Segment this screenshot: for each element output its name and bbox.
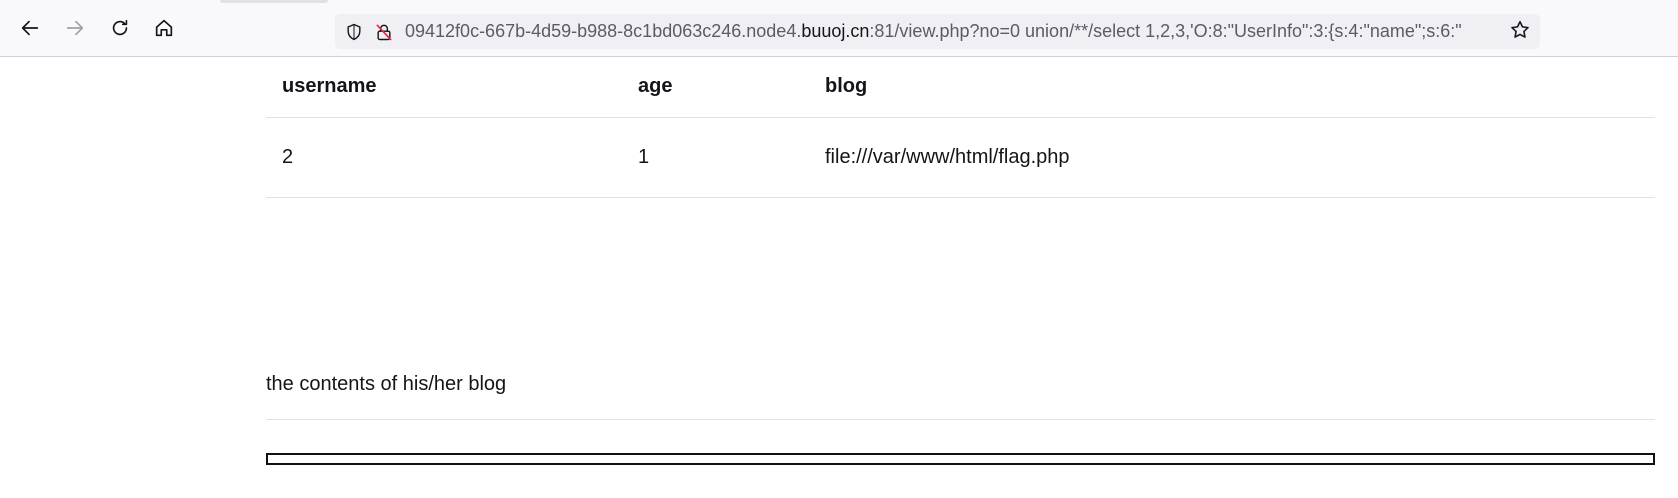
column-header-age: age [622,57,809,118]
address-bar[interactable]: 09412f0c-667b-4d59-b988-8c1bd063c246.nod… [335,14,1540,49]
table-header-row: username age blog [266,57,1655,118]
browser-toolbar: 09412f0c-667b-4d59-b988-8c1bd063c246.nod… [0,0,1678,57]
user-info-table: username age blog 2 1 file:///var/www/ht… [266,57,1655,198]
back-button[interactable] [14,14,46,46]
url-prefix: 09412f0c-667b-4d59-b988-8c1bd063c246.nod… [405,21,802,41]
arrow-right-icon [64,17,86,43]
table-row: 2 1 file:///var/www/html/flag.php [266,117,1655,198]
home-button[interactable] [148,14,180,46]
tab-strip-edge [220,0,328,3]
home-icon [153,17,175,43]
shield-icon[interactable] [343,21,365,43]
divider [266,419,1655,420]
url-suffix: :81/view.php?no=0 union/**/select 1,2,3,… [869,21,1462,41]
star-icon [1509,19,1531,45]
column-header-blog: blog [809,57,1655,118]
cell-blog: file:///var/www/html/flag.php [809,117,1655,198]
reload-icon [109,17,131,43]
cell-age: 1 [622,117,809,198]
arrow-left-icon [19,17,41,43]
url-host: buuoj.cn [801,21,870,41]
forward-button[interactable] [59,14,91,46]
blog-contents-heading: the contents of his/her blog [266,373,507,395]
page-content: username age blog 2 1 file:///var/www/ht… [266,57,1655,465]
column-header-username: username [266,57,622,118]
bookmark-button[interactable] [1506,18,1534,46]
reload-button[interactable] [104,14,136,46]
url-text[interactable]: 09412f0c-667b-4d59-b988-8c1bd063c246.nod… [405,21,1506,42]
blog-content-frame[interactable] [266,453,1655,465]
insecure-lock-icon[interactable] [373,21,395,43]
cell-username: 2 [266,117,622,198]
